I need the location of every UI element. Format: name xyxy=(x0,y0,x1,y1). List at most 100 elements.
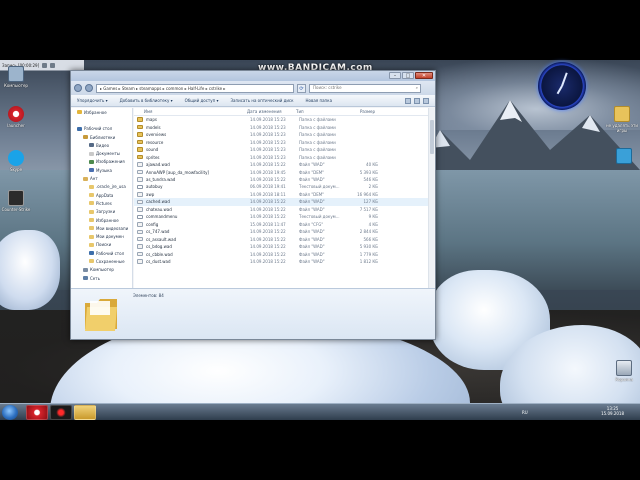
forward-button[interactable] xyxy=(85,84,93,92)
taskbar: RU 13:25 15.09.2018 xyxy=(0,403,640,420)
help-icon[interactable] xyxy=(423,97,429,104)
sidebar-item[interactable]: Ант xyxy=(71,174,132,182)
file-row[interactable]: cs_assault.wad 14.09.2018 15:22 Файл "WAD"… xyxy=(134,236,434,243)
preview-pane-icon[interactable] xyxy=(414,97,420,104)
desktop-icon-folder[interactable]: не удалять эти игры xyxy=(604,106,640,133)
maximize-button[interactable]: □ xyxy=(402,72,414,79)
share-button[interactable]: Общий доступ ▾ xyxy=(185,98,219,103)
minimize-button[interactable]: – xyxy=(389,72,401,79)
desktop-icon-counter-strike[interactable]: Counter-Strike xyxy=(0,190,32,212)
file-row[interactable]: cs_cbble.wad 14.09.2018 15:22 Файл "WAD" 1 … xyxy=(134,250,434,257)
file-name: ajawad.wad xyxy=(146,162,170,168)
camera-icon[interactable] xyxy=(50,62,56,68)
sidebar-item-icon xyxy=(83,267,88,272)
sidebar-item-icon xyxy=(77,110,82,115)
start-button[interactable] xyxy=(2,405,18,420)
file-row[interactable]: cs_dust.wad 14.09.2018 15:22 Файл "WAD" 1 8… xyxy=(134,258,434,265)
file-date: 14.09.2018 15:23 xyxy=(250,154,286,160)
column-size[interactable]: Размер xyxy=(345,109,375,114)
file-type: Файл "DEM" xyxy=(299,191,325,197)
sidebar-item[interactable]: Изображения xyxy=(71,158,132,166)
column-type[interactable]: Тип xyxy=(296,109,345,114)
file-row[interactable]: config 15.09.2018 11:47 Файл "CFG" 4 КБ xyxy=(134,221,434,228)
sidebar-item[interactable]: Загрузки xyxy=(71,208,132,216)
taskbar-explorer[interactable] xyxy=(74,405,96,420)
sidebar-item-label: Поиски xyxy=(96,242,112,248)
sidebar-item[interactable]: AppData xyxy=(71,191,132,199)
file-row[interactable]: sprites 14.09.2018 15:23 Папка с файлами xyxy=(134,153,434,160)
file-type: Текстовый докум... xyxy=(299,184,340,190)
taskbar-opera[interactable] xyxy=(26,405,48,420)
pause-icon[interactable] xyxy=(42,62,48,68)
file-date: 14.09.2018 15:23 xyxy=(250,117,286,123)
file-row[interactable]: resource 14.09.2018 15:23 Папка с файлами xyxy=(134,138,434,145)
file-row[interactable]: awp 14.09.2018 18:11 Файл "DEM" 16 964 КБ xyxy=(134,191,434,198)
file-row[interactable]: as_tundra.wad 14.09.2018 15:22 Файл "WAD" 5… xyxy=(134,176,434,183)
add-to-library-button[interactable]: Добавить в библиотеку ▾ xyxy=(120,98,173,103)
column-name[interactable]: Имя xyxy=(134,109,247,114)
new-folder-button[interactable]: Новая папка xyxy=(306,98,333,103)
organize-button[interactable]: Упорядочить ▾ xyxy=(77,98,108,103)
file-icon xyxy=(137,259,143,264)
sidebar-item[interactable]: Музыка xyxy=(71,166,132,174)
scrollbar-thumb[interactable] xyxy=(430,120,434,154)
file-row[interactable]: commandmenu 14.09.2018 15:22 Текстовый док… xyxy=(134,213,434,220)
tray-clock[interactable]: 13:25 15.09.2018 xyxy=(601,406,624,416)
sidebar-item[interactable]: Избранное xyxy=(71,216,132,224)
close-button[interactable]: ✕ xyxy=(415,72,433,79)
explorer-window[interactable]: – □ ✕ ▸ Games ▸ Steam ▸ steamapps ▸ comm… xyxy=(70,70,436,340)
sidebar-item[interactable]: Мои видеозапи xyxy=(71,224,132,232)
column-date[interactable]: Дата изменения xyxy=(247,109,296,114)
file-type: Файл "WAD" xyxy=(299,259,325,265)
file-name: cached.wad xyxy=(146,199,170,205)
sidebar-item[interactable]: Мои докумен xyxy=(71,232,132,240)
sidebar-item[interactable]: Документы xyxy=(71,149,132,157)
taskbar-bandicam[interactable] xyxy=(50,405,72,420)
clock-gadget[interactable] xyxy=(538,62,586,110)
sidebar-item[interactable]: Рабочий стол xyxy=(71,249,132,257)
sidebar-item[interactable]: Pictures xyxy=(71,199,132,207)
computer-icon xyxy=(8,66,24,82)
file-icon xyxy=(137,199,143,205)
file-type: Файл "WAD" xyxy=(299,162,325,168)
sidebar-item[interactable] xyxy=(71,116,132,124)
file-row[interactable]: models 14.09.2018 15:23 Папка с файлами xyxy=(134,123,434,130)
opera-icon xyxy=(8,106,24,122)
title-bar[interactable]: – □ ✕ xyxy=(71,71,435,81)
file-row[interactable]: cs_bdog.wad 14.09.2018 15:22 Файл "WAD" 5 9… xyxy=(134,243,434,250)
file-name: chateau.wad xyxy=(146,206,172,212)
view-icon[interactable] xyxy=(405,97,411,104)
desktop-icon-skype[interactable]: Skype xyxy=(0,150,32,172)
search-input[interactable]: Поиск: cstrike ⌕ xyxy=(309,83,421,93)
file-row[interactable]: AnnoAWP [aup_da_mowfacility] 14.09.2018 1… xyxy=(134,168,434,175)
sidebar-item[interactable]: Рабочий стол xyxy=(71,125,132,133)
file-row[interactable]: ajawad.wad 14.09.2018 15:22 Файл "WAD" 40 К… xyxy=(134,161,434,168)
scrollbar[interactable] xyxy=(428,108,434,288)
desktop-icon-opera[interactable]: launcher xyxy=(0,106,32,128)
file-row[interactable]: chateau.wad 14.09.2018 15:22 Файл "WAD" 7 5… xyxy=(134,206,434,213)
sidebar-item[interactable]: Библиотеки xyxy=(71,133,132,141)
language-indicator[interactable]: RU xyxy=(522,410,528,415)
refresh-button[interactable]: ⟳ xyxy=(297,83,306,93)
sidebar-item[interactable]: Поиски xyxy=(71,241,132,249)
file-row[interactable]: maps 14.09.2018 15:23 Папка с файлами xyxy=(134,116,434,123)
file-row[interactable]: autobuy 06.09.2018 19:41 Текстовый докум..… xyxy=(134,183,434,190)
desktop-icon-computer[interactable]: Компьютер xyxy=(0,66,32,88)
sidebar-item[interactable]: .oracle_jre_usa xyxy=(71,183,132,191)
file-row[interactable]: cs_747.wad 14.09.2018 15:22 Файл "WAD" 2 84… xyxy=(134,228,434,235)
sidebar-item[interactable]: Сеть xyxy=(71,274,132,282)
sidebar-item[interactable]: Избранное xyxy=(71,108,132,116)
file-row[interactable]: overviews 14.09.2018 15:23 Папка с файлами xyxy=(134,131,434,138)
file-row[interactable]: sound 14.09.2018 15:23 Папка с файлами xyxy=(134,146,434,153)
sidebar-item-label: Pictures xyxy=(96,200,112,206)
sidebar-item[interactable]: Компьютер xyxy=(71,266,132,274)
sidebar-item[interactable]: Видео xyxy=(71,141,132,149)
file-row[interactable]: cached.wad 14.09.2018 15:22 Файл "WAD" 127 … xyxy=(134,198,434,206)
address-bar[interactable]: ▸ Games ▸ Steam ▸ steamapps ▸ common ▸ H… xyxy=(96,83,294,93)
back-button[interactable] xyxy=(74,84,82,92)
desktop-icon-app[interactable] xyxy=(608,148,640,165)
burn-button[interactable]: Записать на оптический диск xyxy=(230,98,293,103)
sidebar-item[interactable]: Сохраненные xyxy=(71,257,132,265)
sidebar-item-icon xyxy=(83,135,88,140)
desktop-icon-trash[interactable]: Корзина xyxy=(608,360,640,382)
